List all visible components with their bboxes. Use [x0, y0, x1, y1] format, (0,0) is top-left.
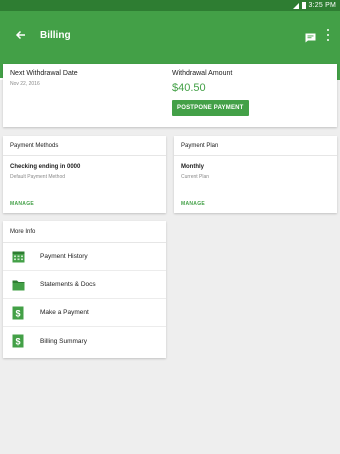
payment-history-label: Payment History	[40, 253, 88, 260]
make-payment-label: Make a Payment	[40, 309, 89, 316]
account-subtitle: Default Payment Method	[10, 174, 66, 180]
withdrawal-amount-label: Withdrawal Amount	[172, 70, 233, 77]
app-bar: Billing	[0, 11, 340, 59]
dollar-doc-icon: $	[11, 334, 25, 348]
next-withdrawal-date: Nov 22, 2016	[10, 81, 40, 87]
calendar-icon	[11, 250, 25, 264]
plan-name: Monthly	[181, 164, 204, 170]
statements-docs-label: Statements & Docs	[40, 281, 96, 288]
signal-icon	[292, 2, 299, 9]
overview-card: Next Withdrawal Date Nov 22, 2016 Withdr…	[3, 64, 337, 127]
account-name: Checking ending in 0000	[10, 164, 81, 170]
svg-text:$: $	[15, 308, 20, 318]
payment-methods-card: Payment Methods Checking ending in 0000 …	[3, 136, 166, 213]
status-bar: 3:25 PM	[0, 0, 340, 11]
make-payment-item[interactable]: $ Make a Payment	[3, 299, 166, 327]
page-title: Billing	[40, 29, 71, 41]
folder-icon	[11, 278, 25, 292]
postpone-payment-button[interactable]: POSTPONE PAYMENT	[172, 100, 249, 116]
payment-plan-header: Payment Plan	[174, 136, 337, 156]
svg-text:$: $	[15, 337, 20, 347]
billing-summary-label: Billing Summary	[40, 337, 87, 345]
chat-icon[interactable]	[305, 30, 316, 43]
more-vert-icon[interactable]	[326, 29, 330, 41]
battery-icon	[301, 2, 306, 9]
more-info-card: More Info Payment History Statements & D…	[3, 221, 166, 358]
payment-plan-card: Payment Plan Monthly Current Plan MANAGE	[174, 136, 337, 213]
payment-methods-header: Payment Methods	[3, 136, 166, 156]
billing-summary-item[interactable]: $ Billing Summary	[3, 327, 166, 355]
status-time: 3:25 PM	[308, 2, 336, 9]
withdrawal-amount: $40.50	[172, 82, 206, 94]
payment-history-item[interactable]: Payment History	[3, 243, 166, 271]
back-arrow-icon[interactable]	[10, 25, 30, 45]
statements-docs-item[interactable]: Statements & Docs	[3, 271, 166, 299]
next-withdrawal-label: Next Withdrawal Date	[10, 70, 78, 77]
dollar-doc-icon: $	[11, 306, 25, 320]
manage-methods-button[interactable]: MANAGE	[10, 201, 34, 207]
more-info-header: More Info	[3, 221, 166, 243]
manage-plan-button[interactable]: MANAGE	[181, 201, 205, 207]
plan-subtitle: Current Plan	[181, 174, 210, 180]
